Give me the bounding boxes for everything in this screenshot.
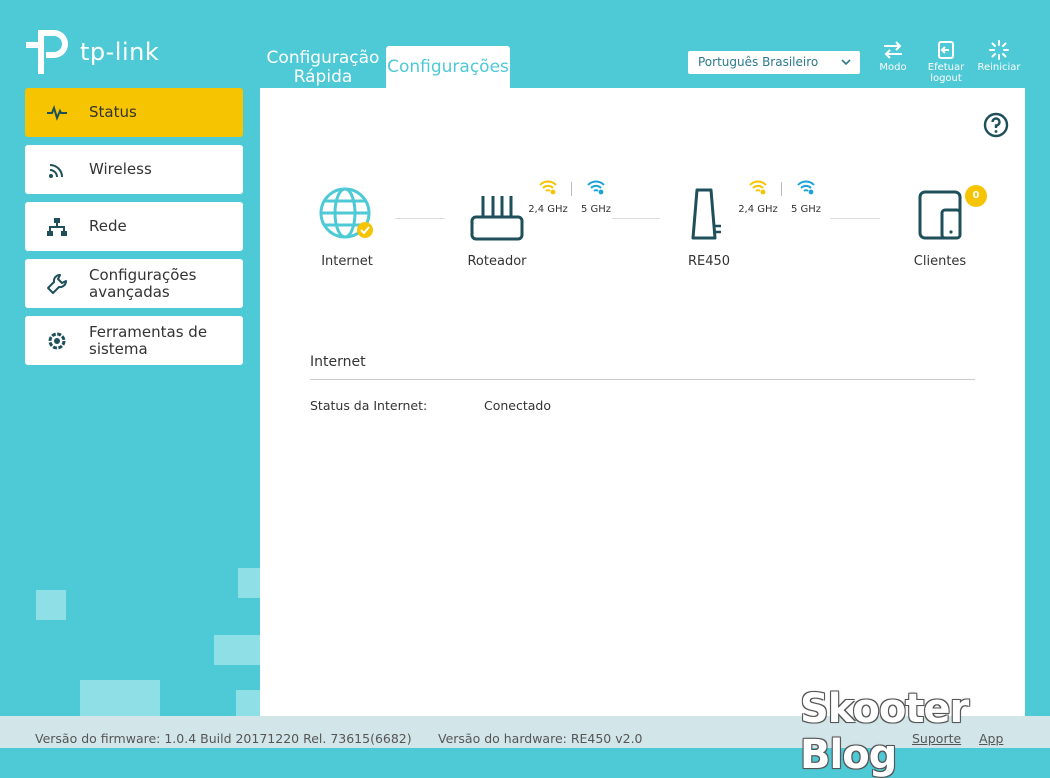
section-title: Internet	[310, 354, 366, 370]
wifi-24ghz-icon	[539, 180, 557, 195]
reboot-button[interactable]: Reiniciar	[976, 40, 1022, 73]
section-divider	[310, 379, 975, 380]
tp-link-logo-icon	[26, 30, 68, 74]
wireless-icon	[49, 163, 63, 178]
decorative-shape	[214, 635, 260, 665]
sidebar-item-label-line2: sistema	[89, 339, 148, 358]
sidebar-item-label: Wireless	[89, 160, 152, 178]
chevron-down-icon	[840, 51, 852, 82]
internet-status-value: Conectado	[484, 398, 552, 413]
wrench-icon	[47, 273, 68, 294]
clients-devices-icon	[918, 190, 962, 240]
extender-band-24-label: 2,4 GHz	[738, 204, 778, 215]
sidebar-item-advanced[interactable]: Configurações avançadas	[25, 259, 243, 308]
reboot-icon	[989, 40, 1009, 60]
help-button[interactable]	[983, 112, 1009, 142]
extender-band-5-label: 5 GHz	[790, 204, 822, 215]
extender-icon	[691, 188, 721, 240]
tab-settings[interactable]: Configurações	[386, 46, 510, 88]
connection-line	[830, 218, 880, 219]
router-band-5-label: 5 GHz	[580, 204, 612, 215]
firmware-version: Versão do firmware: 1.0.4 Build 20171220…	[35, 731, 412, 746]
sidebar-item-label-line1: Configurações	[89, 265, 197, 284]
topology-router[interactable]: Roteador	[462, 186, 532, 269]
connection-line	[612, 218, 660, 219]
router-band-24-label: 2,4 GHz	[528, 204, 568, 215]
brand-logo: tp-link	[24, 26, 159, 78]
logout-label-line1: Efetuar	[927, 62, 965, 73]
sidebar-item-label-line1: Ferramentas de	[89, 322, 208, 341]
tab-quick-setup-line2: Rápida	[293, 67, 353, 87]
sidebar-item-status[interactable]: Status	[25, 88, 243, 137]
decorative-shape	[238, 568, 260, 598]
band-separator	[781, 182, 782, 196]
hardware-version: Versão do hardware: RE450 v2.0	[438, 731, 643, 746]
sidebar-item-system-tools[interactable]: Ferramentas de sistema	[25, 316, 243, 365]
main-panel: Internet Roteador 2,4 GHz 5 GHz RE450 2,…	[260, 88, 1025, 728]
logout-button[interactable]: Efetuar logout	[924, 40, 968, 84]
topology-internet[interactable]: Internet	[312, 186, 382, 269]
sidebar-item-label-line2: avançadas	[89, 282, 170, 301]
decorative-shape	[80, 680, 160, 716]
clients-count-badge: 0	[965, 185, 987, 207]
globe-icon	[319, 187, 373, 239]
tab-quick-setup-line1: Configuração	[266, 48, 380, 68]
language-select[interactable]: Português Brasileiro	[687, 50, 861, 75]
internet-label: Internet	[321, 254, 373, 269]
router-label: Roteador	[467, 254, 527, 269]
logout-label-line2: logout	[930, 73, 962, 84]
mode-switch-icon	[884, 41, 902, 59]
tab-settings-label: Configurações	[387, 57, 509, 77]
decorative-shape	[36, 590, 66, 620]
sidebar: Status Wireless Rede Configurações avanç…	[25, 88, 243, 373]
brand-name: tp-link	[80, 38, 160, 66]
band-separator	[571, 182, 572, 196]
language-selected-value: Português Brasileiro	[698, 55, 819, 69]
help-icon	[983, 112, 1009, 138]
reboot-label: Reiniciar	[977, 62, 1021, 73]
gear-icon	[48, 332, 66, 349]
wifi-5ghz-icon	[797, 180, 815, 195]
connection-line	[395, 218, 445, 219]
internet-status-label: Status da Internet:	[310, 398, 428, 413]
network-icon	[47, 217, 67, 236]
tab-quick-setup[interactable]: Configuração Rápida	[266, 49, 380, 87]
pulse-icon	[47, 104, 67, 121]
sidebar-item-network[interactable]: Rede	[25, 202, 243, 251]
wifi-24ghz-icon	[749, 180, 767, 195]
logout-icon	[938, 41, 954, 59]
mode-label: Modo	[879, 62, 907, 73]
clients-label: Clientes	[913, 254, 967, 269]
decorative-shape	[236, 690, 260, 716]
mode-button[interactable]: Modo	[876, 40, 910, 73]
router-icon	[470, 196, 524, 241]
watermark: Skooter Blog	[800, 686, 969, 778]
sidebar-item-label: Status	[89, 103, 137, 121]
topology-extender[interactable]: RE450	[678, 186, 738, 269]
sidebar-item-label: Rede	[89, 217, 127, 235]
sidebar-item-wireless[interactable]: Wireless	[25, 145, 243, 194]
wifi-5ghz-icon	[587, 180, 605, 195]
extender-label: RE450	[688, 254, 731, 269]
